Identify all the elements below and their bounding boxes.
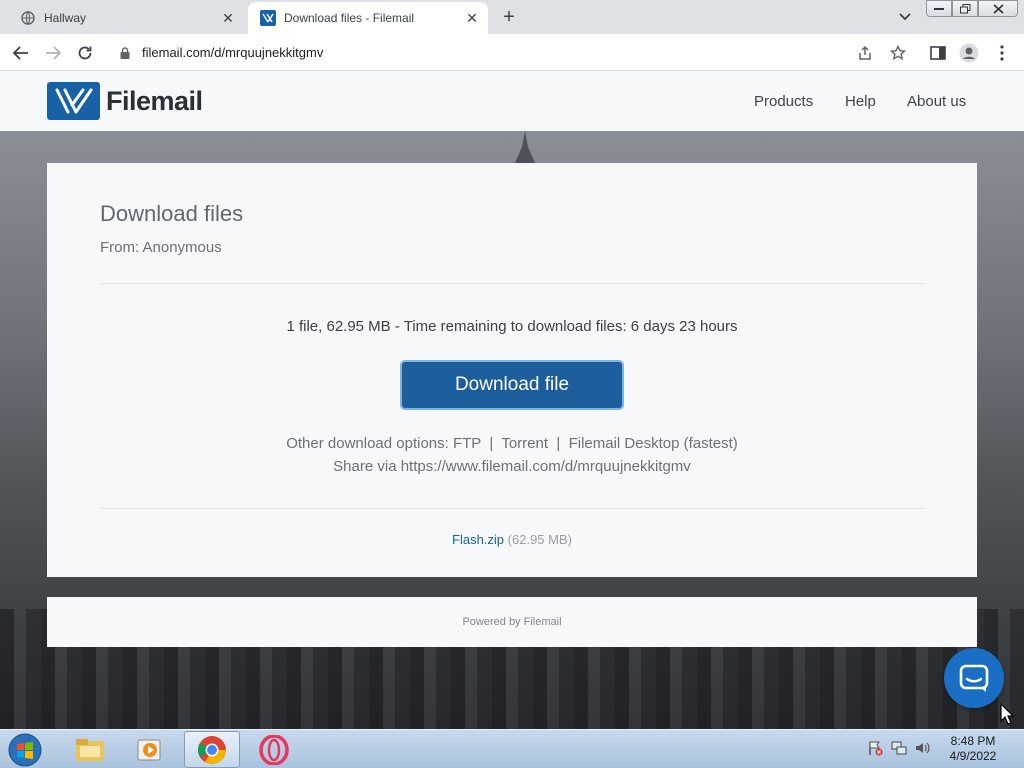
share-icon[interactable]: [853, 38, 877, 67]
file-list-item: Flash.zip (62.95 MB): [47, 532, 977, 547]
browser-tab-strip: Hallway ✕ Download files - Filemail ✕ +: [0, 0, 1024, 34]
globe-icon: [20, 10, 36, 26]
filemail-favicon-icon: [260, 10, 276, 26]
forward-arrow-icon[interactable]: [40, 40, 66, 66]
file-name-link[interactable]: Flash.zip: [452, 532, 504, 547]
volume-icon[interactable]: [913, 739, 931, 757]
powered-by-footer[interactable]: Powered by Filemail: [47, 597, 977, 647]
windows-logo-icon: [8, 733, 42, 767]
clock-time: 8:48 PM: [950, 734, 996, 748]
close-tab-icon[interactable]: ✕: [218, 8, 238, 28]
chrome-icon: [198, 735, 226, 764]
url-text[interactable]: filemail.com/d/mrquujnekkitgmv: [142, 45, 323, 60]
explorer-icon: [76, 738, 104, 761]
profile-avatar-icon[interactable]: [956, 40, 982, 66]
web-page: Filemail Products Help About us Download…: [0, 71, 1024, 729]
chat-icon: [959, 664, 989, 692]
tab-hallway[interactable]: Hallway ✕: [8, 2, 244, 34]
file-size: (62.95 MB): [507, 532, 572, 547]
system-clock[interactable]: 8:48 PM 4/9/2022: [940, 734, 1006, 764]
nav-products[interactable]: Products: [754, 93, 813, 110]
site-header: Filemail Products Help About us: [0, 71, 1024, 131]
reload-icon[interactable]: [72, 40, 98, 66]
side-panel-icon[interactable]: [925, 40, 951, 66]
close-tab-icon[interactable]: ✕: [462, 8, 482, 28]
close-window-button[interactable]: [978, 0, 1018, 17]
download-summary: 1 file, 62.95 MB - Time remaining to dow…: [286, 318, 738, 335]
taskbar-media-player[interactable]: [122, 731, 178, 768]
nav-help[interactable]: Help: [845, 93, 876, 110]
download-card: Download files From: Anonymous 1 file, 6…: [47, 163, 977, 577]
page-title: Download files: [100, 201, 244, 226]
tab-title: Download files - Filemail: [284, 11, 415, 25]
brand-name: Filemail: [106, 85, 203, 116]
opera-icon: [259, 734, 289, 765]
divider: [100, 283, 925, 284]
bookmark-star-icon[interactable]: [886, 38, 910, 67]
address-bar[interactable]: filemail.com/d/mrquujnekkitgmv: [108, 38, 918, 67]
browser-menu-icon[interactable]: [989, 40, 1015, 66]
share-link[interactable]: Share via https://www.filemail.com/d/mrq…: [47, 458, 977, 475]
action-center-flag-icon[interactable]: [866, 739, 884, 757]
filemail-logo[interactable]: Filemail: [47, 82, 203, 120]
taskbar-opera[interactable]: [246, 731, 302, 768]
clock-date: 4/9/2022: [949, 749, 997, 763]
tab-title: Hallway: [44, 11, 87, 25]
start-button[interactable]: [4, 731, 46, 768]
sender-info: From: Anonymous: [100, 239, 222, 256]
restore-button[interactable]: [952, 0, 978, 17]
network-icon[interactable]: [890, 739, 908, 757]
lock-icon[interactable]: [120, 46, 132, 59]
tab-filemail[interactable]: Download files - Filemail ✕: [248, 2, 488, 34]
window-controls: [926, 0, 1018, 18]
other-download-options[interactable]: Other download options: FTP | Torrent | …: [47, 435, 977, 452]
browser-toolbar: filemail.com/d/mrquujnekkitgmv: [0, 34, 1024, 71]
mouse-cursor-icon: [1000, 703, 1014, 725]
taskbar-explorer[interactable]: [62, 731, 118, 768]
back-arrow-icon[interactable]: [8, 40, 34, 66]
taskbar-chrome[interactable]: [184, 731, 240, 768]
media-player-icon: [137, 739, 161, 760]
new-tab-button[interactable]: +: [497, 6, 521, 28]
minimize-button[interactable]: [926, 0, 952, 17]
tab-search-chevron-icon[interactable]: [895, 8, 915, 26]
download-file-button[interactable]: Download file: [400, 360, 624, 410]
eiffel-tower-silhouette: [514, 131, 536, 165]
divider: [100, 508, 925, 509]
nav-about-us[interactable]: About us: [907, 93, 966, 110]
windows-taskbar: 8:48 PM 4/9/2022: [0, 729, 1024, 768]
chat-widget-button[interactable]: [944, 648, 1004, 708]
filemail-logo-icon: [47, 82, 100, 120]
